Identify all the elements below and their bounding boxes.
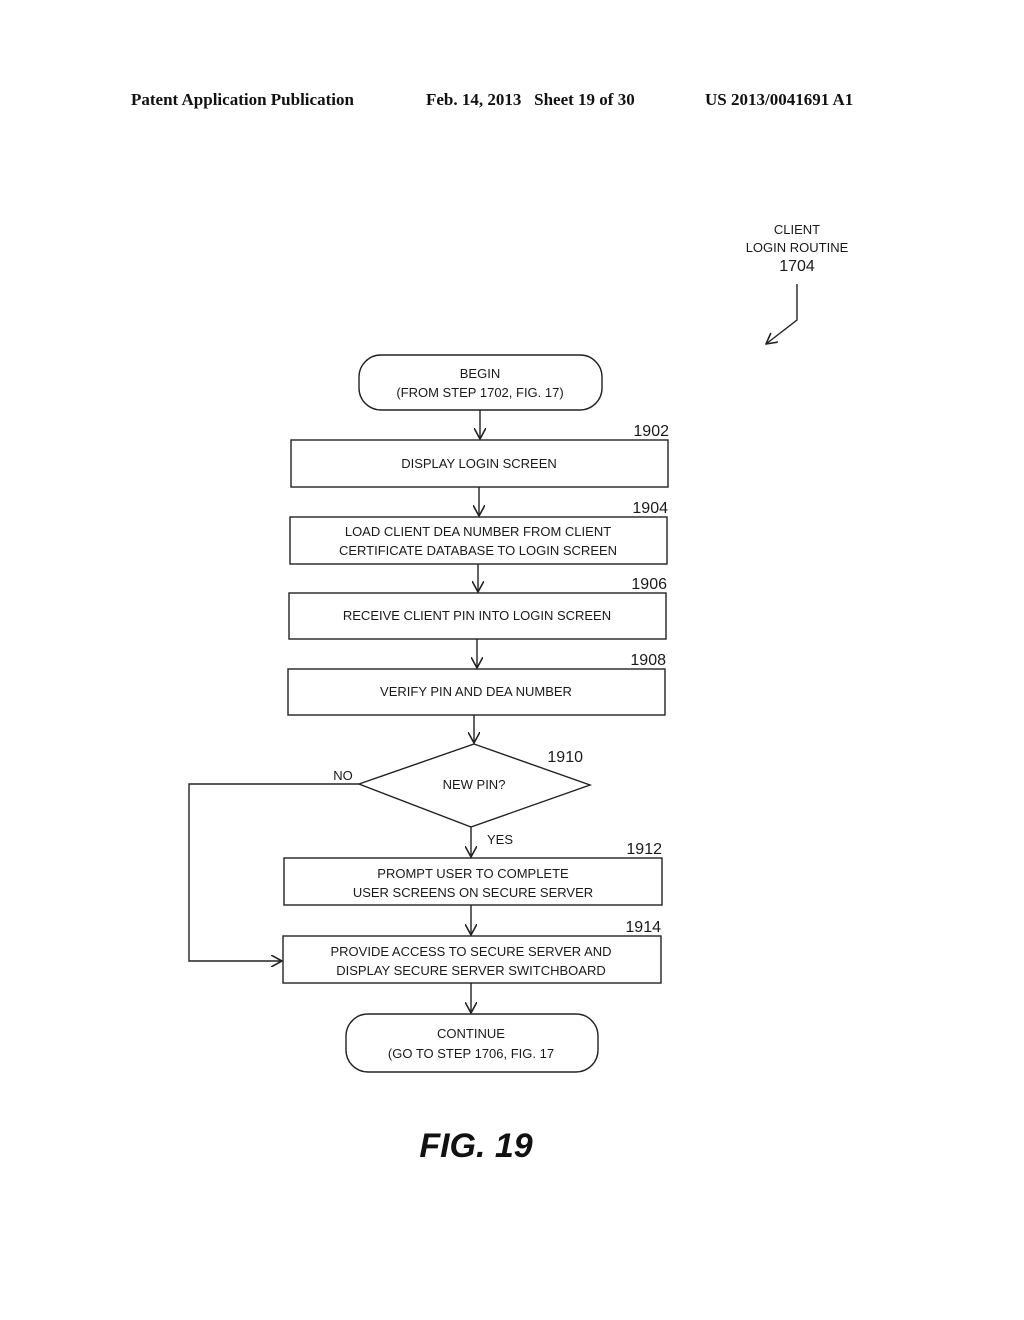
- step-1908-id: 1908: [630, 652, 666, 669]
- end-terminal: CONTINUE (GO TO STEP 1706, FIG. 17: [345, 1013, 599, 1073]
- step-1908-text: VERIFY PIN AND DEA NUMBER: [380, 684, 572, 699]
- step-1914-line1: PROVIDE ACCESS TO SECURE SERVER AND: [330, 944, 611, 959]
- step-1912: 1912 PROMPT USER TO COMPLETE USER SCREEN…: [283, 841, 663, 906]
- flowchart: CLIENT LOGIN ROUTINE 1704 BEGIN (FROM ST…: [188, 222, 849, 1165]
- routine-label: CLIENT LOGIN ROUTINE 1704: [746, 222, 849, 344]
- decision-1910: 1910 NEW PIN? NO YES: [333, 743, 593, 847]
- step-1912-id: 1912: [626, 841, 662, 858]
- step-1914: 1914 PROVIDE ACCESS TO SECURE SERVER AND…: [282, 919, 662, 984]
- step-1904-line2: CERTIFICATE DATABASE TO LOGIN SCREEN: [339, 543, 617, 558]
- begin-line2: (FROM STEP 1702, FIG. 17): [396, 385, 563, 400]
- arrow-no-1914: [188, 783, 359, 961]
- end-line2: (GO TO STEP 1706, FIG. 17: [388, 1046, 554, 1061]
- routine-number: 1704: [779, 258, 815, 275]
- routine-pointer-arrow: [766, 284, 798, 344]
- begin-shape: [358, 354, 603, 411]
- decision-text: NEW PIN?: [443, 777, 506, 792]
- routine-line1: CLIENT: [774, 222, 820, 237]
- step-1914-line2: DISPLAY SECURE SERVER SWITCHBOARD: [336, 963, 605, 978]
- step-1904-line1: LOAD CLIENT DEA NUMBER FROM CLIENT: [345, 524, 611, 539]
- decision-id: 1910: [547, 749, 583, 766]
- step-1902-id: 1902: [633, 423, 669, 440]
- decision-yes-label: YES: [487, 832, 513, 847]
- end-line1: CONTINUE: [437, 1026, 505, 1041]
- figure-label: FIG. 19: [419, 1127, 532, 1165]
- decision-no-label: NO: [333, 768, 353, 783]
- step-1906-text: RECEIVE CLIENT PIN INTO LOGIN SCREEN: [343, 608, 611, 623]
- end-shape: [345, 1013, 599, 1073]
- step-1912-line2: USER SCREENS ON SECURE SERVER: [353, 885, 593, 900]
- step-1904-id: 1904: [632, 500, 668, 517]
- step-1902-text: DISPLAY LOGIN SCREEN: [401, 456, 557, 471]
- step-1906-id: 1906: [631, 576, 667, 593]
- routine-line2: LOGIN ROUTINE: [746, 240, 849, 255]
- step-1912-line1: PROMPT USER TO COMPLETE: [377, 866, 569, 881]
- begin-line1: BEGIN: [460, 366, 500, 381]
- begin-terminal: BEGIN (FROM STEP 1702, FIG. 17): [358, 354, 603, 411]
- step-1914-id: 1914: [625, 919, 661, 936]
